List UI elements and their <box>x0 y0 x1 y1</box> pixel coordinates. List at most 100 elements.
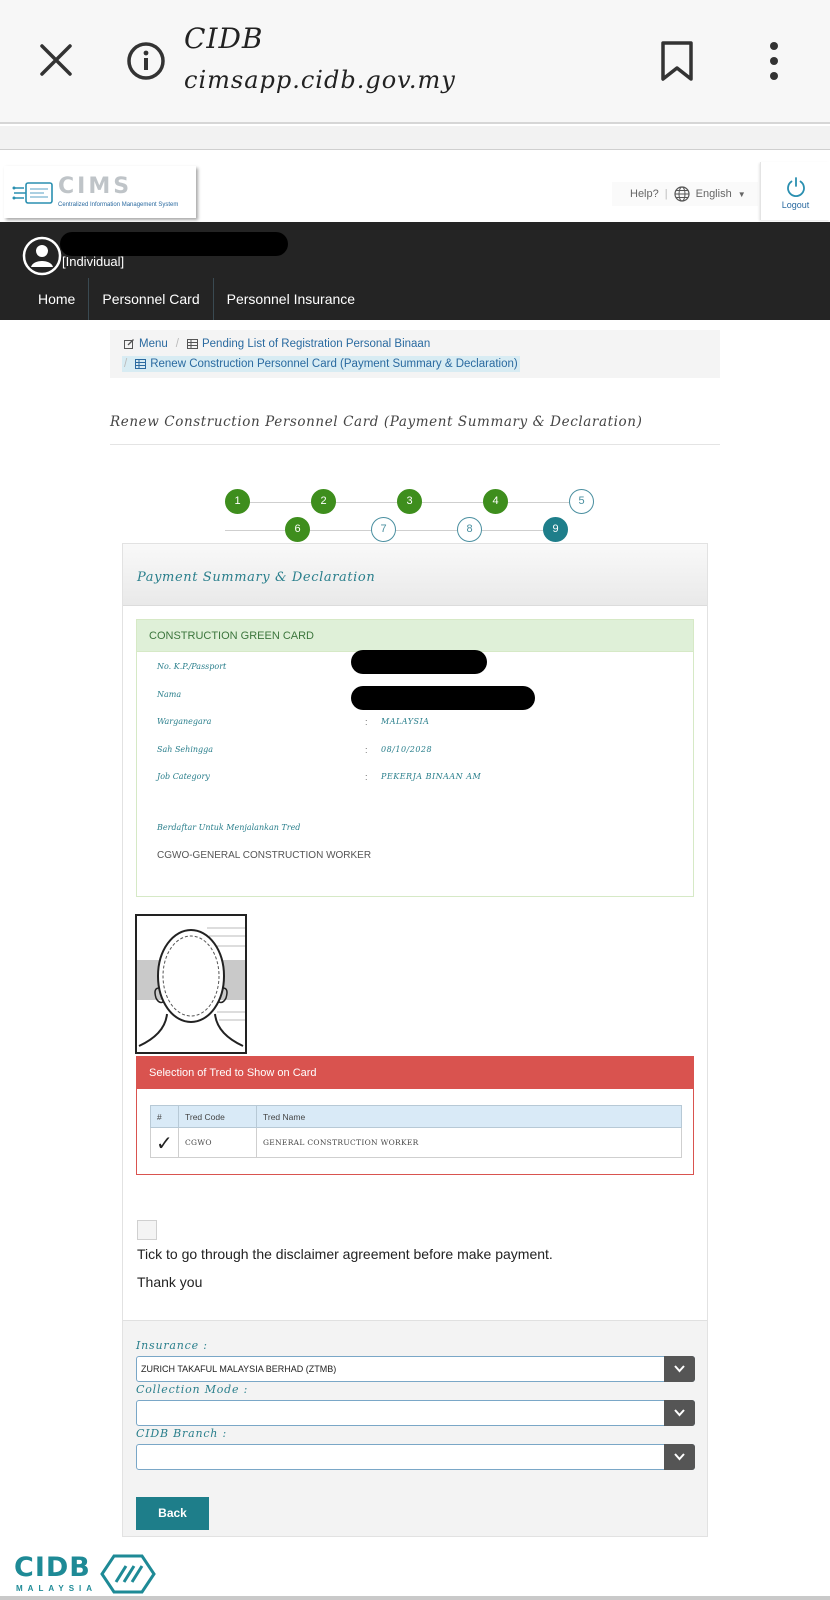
cidb-logo-subtext: MALAYSIA <box>16 1584 98 1593</box>
user-nav-bar: [Individual] Home Personnel Card Personn… <box>0 222 830 320</box>
tred-heading: Selection of Tred to Show on Card <box>137 1057 693 1089</box>
breadcrumb: Menu / Pending List of Registration Pers… <box>110 330 720 378</box>
globe-icon <box>674 186 690 202</box>
cidb-malaysia-logo: CIDB MALAYSIA <box>12 1552 162 1596</box>
step-2[interactable]: 2 <box>311 489 336 514</box>
tred-code-cell: CGWO <box>178 1127 257 1158</box>
edit-icon <box>124 339 134 349</box>
registered-trade-label: Berdaftar Untuk Menjalankan Tred <box>157 823 301 832</box>
help-link[interactable]: Help? <box>630 188 659 200</box>
nav-personnel-card[interactable]: Personnel Card <box>89 278 214 320</box>
chevron-down-icon <box>674 1409 685 1417</box>
bottom-divider <box>0 1596 830 1600</box>
tred-name-cell: GENERAL CONSTRUCTION WORKER <box>256 1127 682 1158</box>
insurance-select[interactable]: ZURICH TAKAFUL MALAYSIA BERHAD (ZTMB) <box>136 1356 695 1382</box>
field-label-job-category: Job Category <box>157 772 210 781</box>
table-header-row: # Tred Code Tred Name <box>150 1105 682 1128</box>
help-language-bar: Help? | English ▼ <box>612 182 758 206</box>
more-vert-icon[interactable] <box>766 40 782 82</box>
green-card-heading: CONSTRUCTION GREEN CARD <box>137 620 693 652</box>
divider: | <box>664 188 668 200</box>
language-select[interactable]: English <box>696 188 732 200</box>
step-9[interactable]: 9 <box>543 517 568 542</box>
table-row: ✓ CGWO GENERAL CONSTRUCTION WORKER <box>150 1127 682 1158</box>
chevron-down-icon <box>674 1365 685 1373</box>
user-avatar-icon[interactable] <box>22 236 62 276</box>
browser-gap <box>0 126 830 150</box>
field-value-sah-sehingga: 08/10/2028 <box>381 745 433 754</box>
column-header: Tred Name <box>256 1105 682 1128</box>
step-1[interactable]: 1 <box>225 489 250 514</box>
panel-title: Payment Summary & Declaration <box>137 570 376 585</box>
nav-personnel-insurance[interactable]: Personnel Insurance <box>214 278 368 320</box>
redacted-name <box>351 686 535 710</box>
table-icon <box>186 339 198 349</box>
info-icon[interactable] <box>126 41 166 81</box>
logout-button[interactable]: Logout <box>760 162 830 220</box>
breadcrumb-current: Renew Construction Personnel Card (Payme… <box>150 358 518 370</box>
step-8[interactable]: 8 <box>457 517 482 542</box>
payment-form: Insurance : ZURICH TAKAFUL MALAYSIA BERH… <box>123 1320 707 1536</box>
cims-logo[interactable]: CIMS Centralized Information Management … <box>4 166 196 218</box>
field-colon: : <box>365 717 368 727</box>
field-colon: : <box>365 772 368 782</box>
redacted-passport <box>351 650 487 674</box>
step-6[interactable]: 6 <box>285 517 310 542</box>
step-4[interactable]: 4 <box>483 489 508 514</box>
site-url[interactable]: cimsapp.cidb.gov.my <box>184 66 456 94</box>
insurance-label: Insurance : <box>136 1339 208 1352</box>
dropdown-button[interactable] <box>664 1356 695 1382</box>
column-header: Tred Code <box>178 1105 257 1128</box>
main-nav: Home Personnel Card Personnel Insurance <box>0 278 368 320</box>
step-3[interactable]: 3 <box>397 489 422 514</box>
breadcrumb-separator: / <box>124 358 128 370</box>
field-value-warganegara: MALAYSIA <box>381 717 430 726</box>
field-value-job-category: PEKERJA BINAAN AM <box>381 772 482 781</box>
title-divider <box>110 444 720 445</box>
site-header: CIMS Centralized Information Management … <box>0 152 830 222</box>
field-label-sah-sehingga: Sah Sehingga <box>157 745 214 754</box>
cidb-branch-label: CIDB Branch : <box>136 1427 227 1440</box>
bookmark-icon[interactable] <box>660 40 694 82</box>
dropdown-button[interactable] <box>664 1444 695 1470</box>
step-5[interactable]: 5 <box>569 489 594 514</box>
site-title: CIDB <box>184 22 264 55</box>
dropdown-button[interactable] <box>664 1400 695 1426</box>
table-icon <box>135 359 147 369</box>
field-colon: : <box>365 745 368 755</box>
logout-label: Logout <box>781 200 810 210</box>
circuit-logo-icon <box>12 182 53 204</box>
caret-down-icon: ▼ <box>737 189 746 199</box>
payment-summary-panel: Payment Summary & Declaration CONSTRUCTI… <box>122 543 708 1537</box>
thank-you-text: Thank you <box>137 1274 203 1290</box>
field-label-nama: Nama <box>157 690 182 699</box>
panel-header: Payment Summary & Declaration <box>123 544 707 606</box>
user-role: [Individual] <box>62 254 125 269</box>
cidb-logo-text: CIDB <box>14 1552 91 1583</box>
field-label-warganegara: Warganegara <box>157 717 212 726</box>
back-button[interactable]: Back <box>136 1497 209 1530</box>
breadcrumb-separator: / <box>175 338 179 350</box>
cidb-hexagon-logo-icon <box>100 1554 156 1594</box>
logo-text: CIMS <box>58 174 133 199</box>
breadcrumb-menu[interactable]: Menu <box>139 338 168 350</box>
disclaimer-checkbox[interactable] <box>137 1220 157 1240</box>
power-icon <box>786 177 805 198</box>
chevron-down-icon <box>674 1453 685 1461</box>
face-outline-icon <box>137 927 245 1047</box>
breadcrumb-pending[interactable]: Pending List of Registration Personal Bi… <box>202 338 430 350</box>
close-icon[interactable] <box>36 40 76 80</box>
registered-trade-value: CGWO-GENERAL CONSTRUCTION WORKER <box>157 850 372 861</box>
nav-home[interactable]: Home <box>0 278 90 320</box>
cidb-branch-select[interactable] <box>136 1444 695 1470</box>
tred-checkbox[interactable]: ✓ <box>150 1127 179 1158</box>
photo-placeholder <box>135 914 247 1054</box>
column-header: # <box>150 1105 179 1128</box>
redacted-username <box>60 232 288 256</box>
construction-green-card: CONSTRUCTION GREEN CARD No. K.P./Passpor… <box>136 619 694 897</box>
collection-mode-select[interactable] <box>136 1400 695 1426</box>
collection-mode-label: Collection Mode : <box>136 1383 249 1396</box>
disclaimer-text: Tick to go through the disclaimer agreem… <box>137 1246 553 1262</box>
step-7[interactable]: 7 <box>371 517 396 542</box>
tred-selection-box: Selection of Tred to Show on Card # Tred… <box>136 1056 694 1175</box>
